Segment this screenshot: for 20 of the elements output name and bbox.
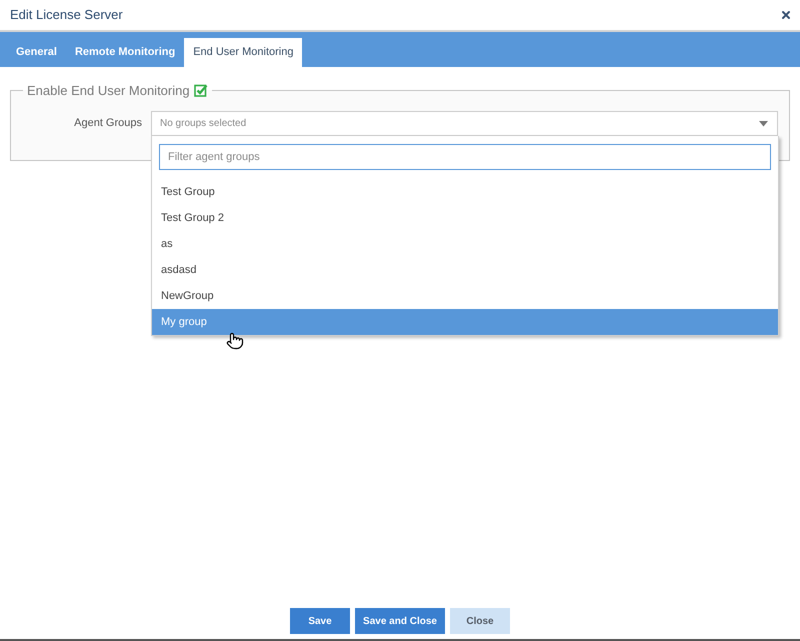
close-button[interactable]: Close	[450, 608, 510, 634]
tab[interactable]: General	[7, 38, 66, 67]
dropdown-option[interactable]: as	[152, 231, 778, 257]
section-legend: Enable End User Monitoring	[27, 82, 190, 99]
save-button[interactable]: Save	[290, 608, 350, 634]
close-icon[interactable]	[780, 9, 792, 21]
dropdown-option[interactable]: Test Group 2	[152, 205, 778, 231]
dialog-title: Edit License Server	[10, 6, 123, 24]
dropdown-option[interactable]: Test Group	[152, 179, 778, 205]
caret-icon	[759, 120, 768, 126]
save-and-close-button[interactable]: Save and Close	[355, 608, 445, 634]
dropdown-option[interactable]: asdasd	[152, 257, 778, 283]
tab[interactable]: Remote Monitoring	[66, 38, 184, 67]
field-label: Agent Groups	[73, 116, 142, 132]
filter-field[interactable]: Filter agent groups	[159, 144, 771, 170]
checked-checkbox-icon[interactable]	[194, 84, 208, 97]
dropdown-option[interactable]: My group	[152, 309, 778, 335]
dropdown-option[interactable]: NewGroup	[152, 283, 778, 309]
agent-groups-select[interactable]: No groups selected	[151, 111, 778, 136]
tab[interactable]: End User Monitoring	[184, 38, 302, 67]
